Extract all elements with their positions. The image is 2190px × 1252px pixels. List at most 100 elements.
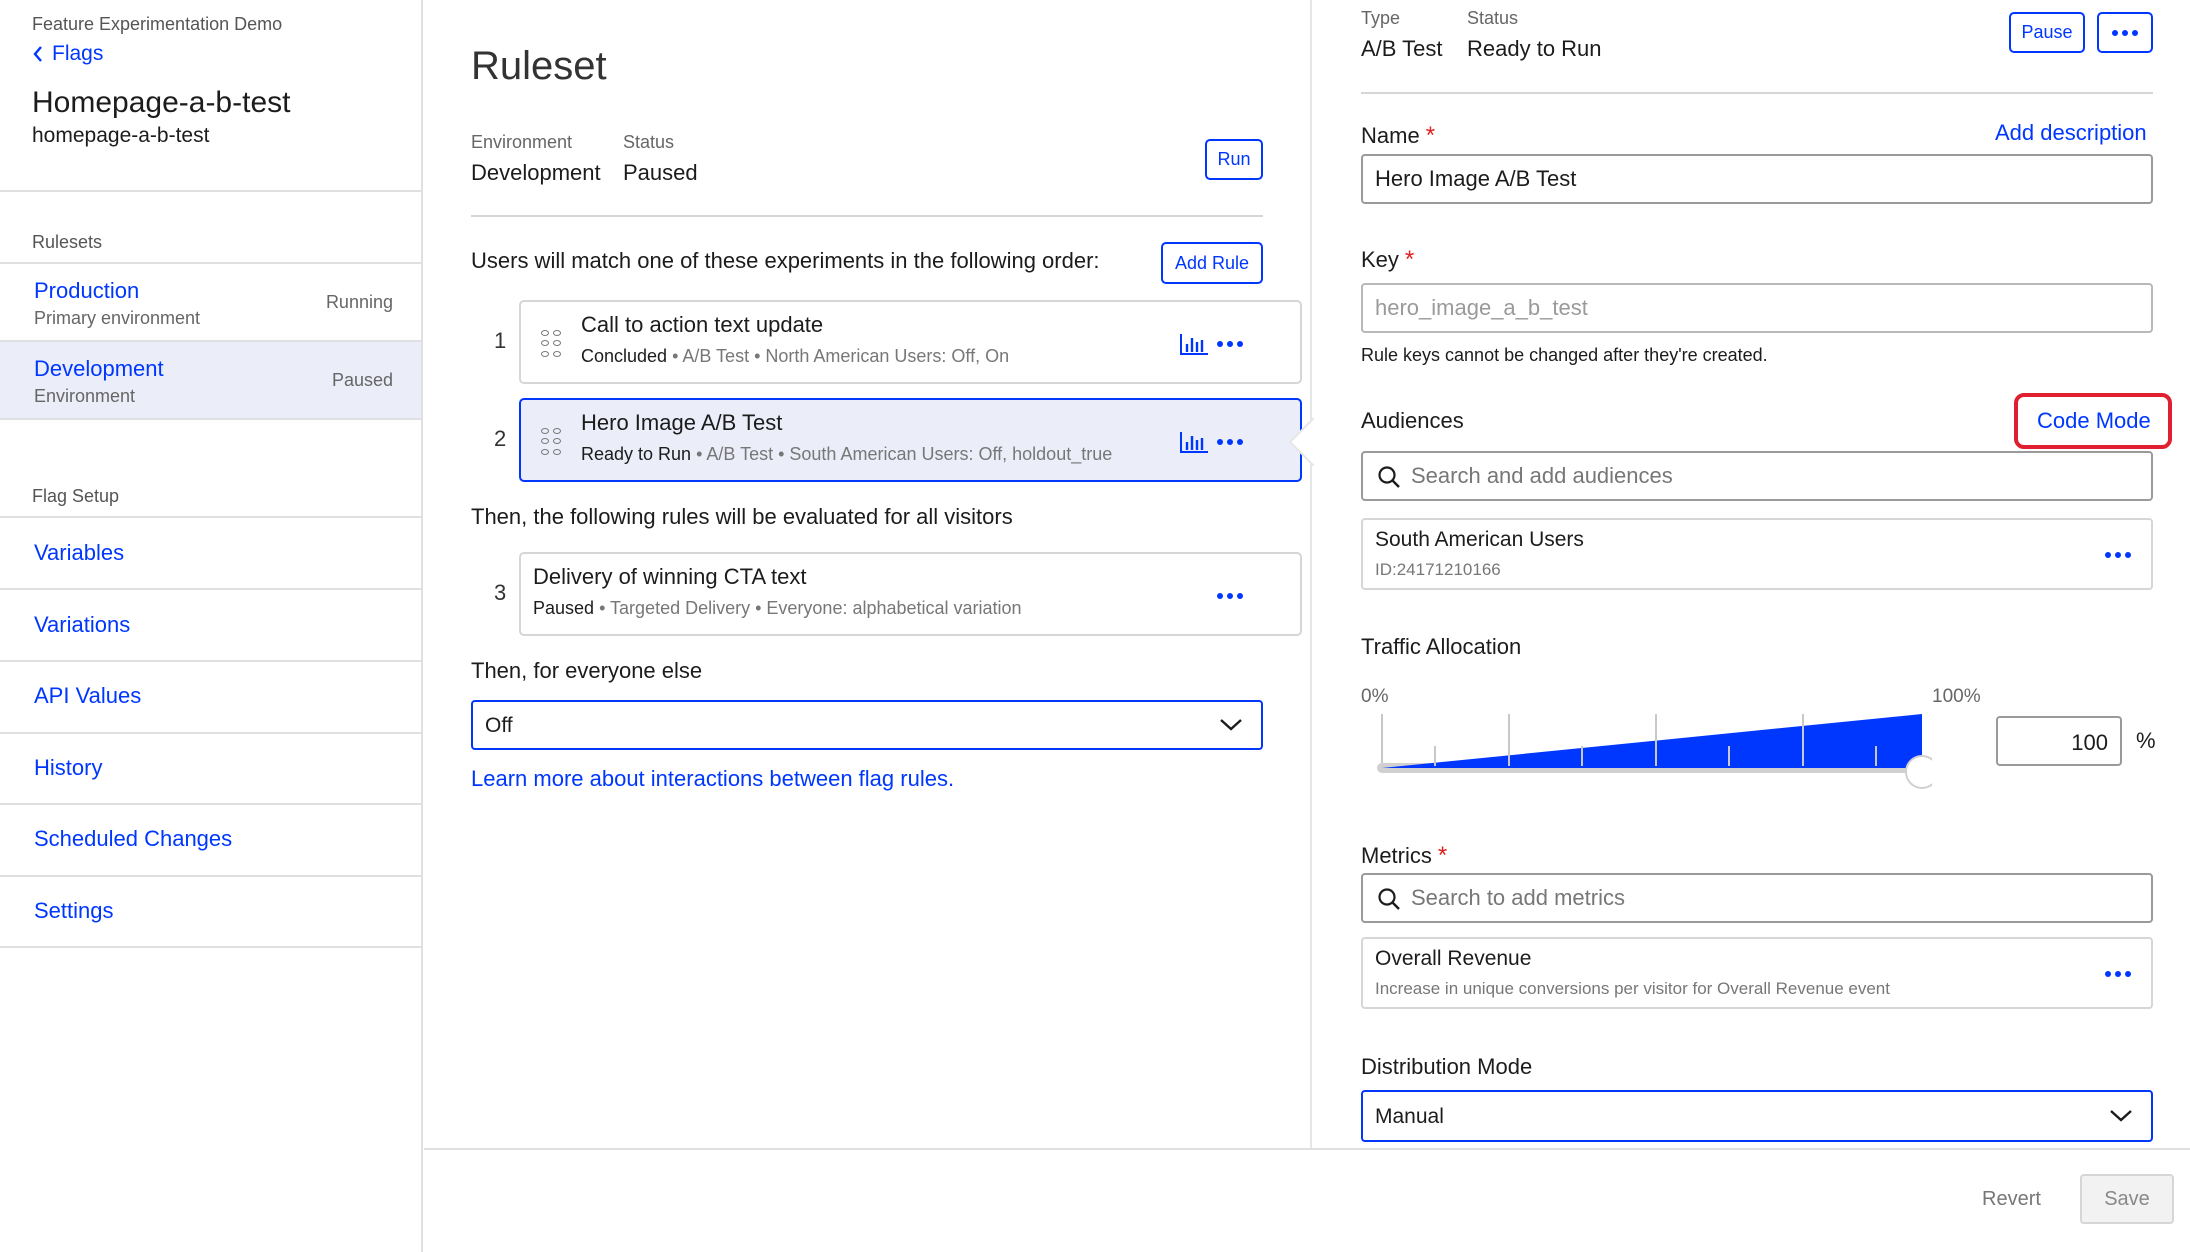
metrics-search-placeholder: Search to add metrics <box>1411 885 1625 910</box>
results-chart-icon[interactable] <box>1179 332 1209 356</box>
fallback-variation-select[interactable]: Off <box>471 700 1263 750</box>
search-icon <box>1378 466 1400 488</box>
then-all-visitors-text: Then, the following rules will be evalua… <box>471 504 1013 529</box>
audience-name: South American Users <box>1375 528 1584 551</box>
divider <box>471 215 1263 217</box>
traffic-allocation-slider[interactable] <box>1372 706 1932 796</box>
more-options-icon[interactable] <box>2105 552 2131 558</box>
audience-id: ID:24171210166 <box>1375 560 1501 579</box>
drag-handle-icon[interactable] <box>541 428 561 456</box>
environment-production[interactable]: Production Primary environment Running <box>0 264 421 340</box>
metric-name: Overall Revenue <box>1375 947 1532 970</box>
rule-details: • Targeted Delivery • Everyone: alphabet… <box>594 598 1022 618</box>
divider <box>0 946 421 948</box>
pause-button[interactable]: Pause <box>2009 12 2085 53</box>
divider <box>0 803 421 805</box>
rule-status: Ready to Run <box>581 444 692 464</box>
panel-pointer <box>1288 418 1314 466</box>
rulesets-heading: Rulesets <box>32 232 103 252</box>
metrics-label: Metrics * <box>1361 842 1447 870</box>
traffic-allocation-label: Traffic Allocation <box>1361 634 1522 659</box>
more-options-icon[interactable] <box>2105 971 2131 977</box>
sidebar-item-settings[interactable]: Settings <box>34 898 114 924</box>
audience-search-input[interactable]: Search and add audiences <box>1361 451 2153 501</box>
audiences-label: Audiences <box>1361 408 1464 433</box>
rule-card-selected[interactable]: Hero Image A/B Test Ready to Run • A/B T… <box>519 398 1302 482</box>
more-options-icon[interactable] <box>1217 439 1243 445</box>
sidebar-item-variations[interactable]: Variations <box>34 612 130 638</box>
back-to-flags-link[interactable]: Flags <box>32 42 103 66</box>
rule-meta: Paused • Targeted Delivery • Everyone: a… <box>533 598 1022 619</box>
audience-item: South American Users ID:24171210166 <box>1361 518 2153 590</box>
distribution-mode-select[interactable]: Manual <box>1361 1090 2153 1142</box>
run-button[interactable]: Run <box>1205 139 1263 180</box>
sidebar-item-scheduled-changes[interactable]: Scheduled Changes <box>34 826 232 852</box>
rule-name-value: Hero Image A/B Test <box>1375 166 1577 191</box>
back-label: Flags <box>52 42 104 65</box>
rule-name-input[interactable]: Hero Image A/B Test <box>1361 154 2153 204</box>
learn-more-link[interactable]: Learn more about interactions between fl… <box>471 766 954 792</box>
environment-development[interactable]: Development Environment Paused <box>0 342 421 418</box>
rule-number: 1 <box>494 328 507 353</box>
status-value: Paused <box>623 160 698 185</box>
more-options-icon <box>2112 29 2138 36</box>
more-options-icon[interactable] <box>1217 593 1243 599</box>
sidebar-item-api-values[interactable]: API Values <box>34 683 141 709</box>
metrics-search-input[interactable]: Search to add metrics <box>1361 873 2153 923</box>
environment-value: Development <box>471 160 601 185</box>
key-label: Key * <box>1361 246 1414 274</box>
chevron-left-icon <box>33 46 42 62</box>
flag-setup-heading: Flag Setup <box>32 486 120 506</box>
sidebar-item-variables[interactable]: Variables <box>34 540 124 566</box>
required-icon: * <box>1437 842 1448 869</box>
divider <box>0 732 421 734</box>
chevron-down-icon <box>1220 719 1242 731</box>
match-instruction: Users will match one of these experiment… <box>471 248 1100 273</box>
key-help-text: Rule keys cannot be changed after they'r… <box>1361 345 1768 365</box>
more-options-icon[interactable] <box>1217 341 1243 347</box>
add-rule-button[interactable]: Add Rule <box>1161 242 1263 284</box>
required-icon: * <box>1404 246 1415 273</box>
rule-number: 2 <box>494 426 507 451</box>
divider <box>0 875 421 877</box>
status-value: Ready to Run <box>1467 36 1602 61</box>
name-label-text: Name <box>1361 123 1420 148</box>
project-name: Feature Experimentation Demo <box>32 14 283 34</box>
environment-sub: Environment <box>34 386 136 406</box>
divider <box>0 660 421 662</box>
divider <box>0 190 421 192</box>
distribution-mode-value: Manual <box>1375 1105 1444 1128</box>
status-label: Status <box>623 132 675 152</box>
traffic-percent-input[interactable]: 100 <box>1996 716 2122 766</box>
rule-number: 3 <box>494 580 507 605</box>
key-label-text: Key <box>1361 247 1399 272</box>
rule-title: Hero Image A/B Test <box>581 410 783 435</box>
revert-button[interactable]: Revert <box>1982 1188 2041 1211</box>
environment-label: Environment <box>471 132 573 152</box>
environment-status: Paused <box>331 370 393 390</box>
metrics-label-text: Metrics <box>1361 843 1432 868</box>
results-chart-icon[interactable] <box>1179 430 1209 454</box>
traffic-max-label: 100% <box>1932 686 1981 707</box>
save-button[interactable]: Save <box>2080 1174 2174 1224</box>
footer-bar: Revert Save <box>424 1148 2190 1252</box>
rule-details: • A/B Test • North American Users: Off, … <box>667 346 1010 366</box>
rule-card[interactable]: Delivery of winning CTA text Paused • Ta… <box>519 552 1302 636</box>
divider <box>0 588 421 590</box>
required-icon: * <box>1425 122 1436 149</box>
status-label: Status <box>1467 8 1519 28</box>
divider <box>1361 92 2153 94</box>
metric-description: Increase in unique conversions per visit… <box>1375 979 1890 998</box>
metric-item: Overall Revenue Increase in unique conve… <box>1361 937 2153 1009</box>
drag-handle-icon[interactable] <box>541 330 561 358</box>
rule-card[interactable]: Call to action text update Concluded • A… <box>519 300 1302 384</box>
sidebar-item-history[interactable]: History <box>34 755 102 781</box>
more-actions-button[interactable] <box>2097 12 2153 53</box>
rule-key-input: hero_image_a_b_test <box>1361 283 2153 333</box>
divider <box>0 516 421 518</box>
rule-status: Paused <box>533 598 595 618</box>
add-description-link[interactable]: Add description <box>1995 120 2147 146</box>
type-label: Type <box>1361 8 1401 28</box>
code-mode-link[interactable]: Code Mode <box>2037 408 2151 434</box>
environment-sub: Primary environment <box>34 308 201 328</box>
